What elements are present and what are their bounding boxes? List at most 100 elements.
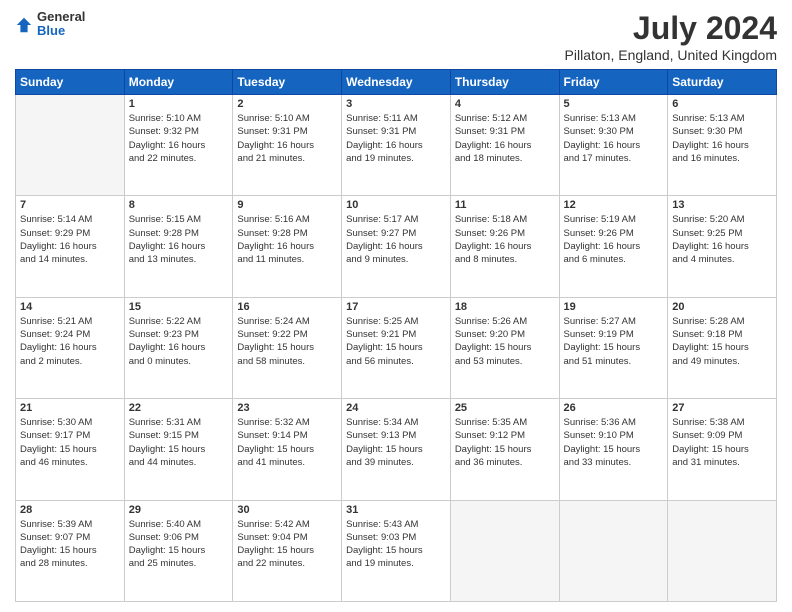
day-number: 19 [564,301,664,313]
month-title: July 2024 [565,10,777,47]
cell-text-line: Sunset: 9:12 PM [455,429,555,442]
calendar-week-1: 7Sunrise: 5:14 AMSunset: 9:29 PMDaylight… [16,196,777,297]
subtitle: Pillaton, England, United Kingdom [565,47,777,63]
calendar-cell-w1d3: 10Sunrise: 5:17 AMSunset: 9:27 PMDayligh… [342,196,451,297]
cell-text-line: and 22 minutes. [129,152,229,165]
day-number: 23 [237,402,337,414]
title-area: July 2024 Pillaton, England, United King… [565,10,777,63]
day-header-friday: Friday [559,70,668,95]
cell-text-line: Sunset: 9:09 PM [672,429,772,442]
day-number: 15 [129,301,229,313]
cell-text-line: and 44 minutes. [129,456,229,469]
cell-text-line: and 18 minutes. [455,152,555,165]
cell-text-line: and 49 minutes. [672,355,772,368]
cell-text-line: Sunset: 9:30 PM [564,125,664,138]
cell-text-line: Sunset: 9:15 PM [129,429,229,442]
cell-text-line: and 9 minutes. [346,253,446,266]
cell-text-line: Daylight: 16 hours [129,341,229,354]
cell-text-line: Daylight: 16 hours [455,139,555,152]
cell-text-line: Sunrise: 5:21 AM [20,315,120,328]
cell-text-line: Sunrise: 5:14 AM [20,213,120,226]
cell-text-line: Daylight: 16 hours [20,341,120,354]
calendar-cell-w0d4: 4Sunrise: 5:12 AMSunset: 9:31 PMDaylight… [450,95,559,196]
calendar-cell-w2d2: 16Sunrise: 5:24 AMSunset: 9:22 PMDayligh… [233,297,342,398]
cell-text-line: Sunset: 9:18 PM [672,328,772,341]
cell-text-line: Sunrise: 5:22 AM [129,315,229,328]
calendar-week-3: 21Sunrise: 5:30 AMSunset: 9:17 PMDayligh… [16,399,777,500]
cell-text-line: and 14 minutes. [20,253,120,266]
cell-text-line: and 41 minutes. [237,456,337,469]
day-number: 21 [20,402,120,414]
cell-text-line: Sunset: 9:20 PM [455,328,555,341]
calendar-cell-w1d2: 9Sunrise: 5:16 AMSunset: 9:28 PMDaylight… [233,196,342,297]
page: General Blue July 2024 Pillaton, England… [0,0,792,612]
cell-text-line: Sunrise: 5:40 AM [129,518,229,531]
cell-text-line: Sunrise: 5:43 AM [346,518,446,531]
cell-text-line: and 25 minutes. [129,557,229,570]
logo-icon [15,16,33,34]
cell-text-line: Daylight: 16 hours [20,240,120,253]
cell-text-line: Sunset: 9:23 PM [129,328,229,341]
day-header-tuesday: Tuesday [233,70,342,95]
cell-text-line: Sunrise: 5:42 AM [237,518,337,531]
logo: General Blue [15,10,85,39]
cell-text-line: Daylight: 16 hours [346,139,446,152]
day-number: 30 [237,504,337,516]
cell-text-line: and 51 minutes. [564,355,664,368]
day-number: 6 [672,98,772,110]
calendar-cell-w0d2: 2Sunrise: 5:10 AMSunset: 9:31 PMDaylight… [233,95,342,196]
calendar-cell-w1d6: 13Sunrise: 5:20 AMSunset: 9:25 PMDayligh… [668,196,777,297]
cell-text-line: and 2 minutes. [20,355,120,368]
logo-text: General Blue [37,10,85,39]
cell-text-line: Daylight: 16 hours [129,139,229,152]
day-number: 12 [564,199,664,211]
calendar-cell-w3d2: 23Sunrise: 5:32 AMSunset: 9:14 PMDayligh… [233,399,342,500]
cell-text-line: and 19 minutes. [346,152,446,165]
day-number: 1 [129,98,229,110]
cell-text-line: and 53 minutes. [455,355,555,368]
calendar-cell-w4d6 [668,500,777,601]
calendar-cell-w1d4: 11Sunrise: 5:18 AMSunset: 9:26 PMDayligh… [450,196,559,297]
cell-text-line: Sunrise: 5:19 AM [564,213,664,226]
cell-text-line: Sunrise: 5:20 AM [672,213,772,226]
cell-text-line: and 28 minutes. [20,557,120,570]
header: General Blue July 2024 Pillaton, England… [15,10,777,63]
calendar-cell-w2d6: 20Sunrise: 5:28 AMSunset: 9:18 PMDayligh… [668,297,777,398]
cell-text-line: Sunset: 9:06 PM [129,531,229,544]
cell-text-line: Sunrise: 5:18 AM [455,213,555,226]
cell-text-line: and 56 minutes. [346,355,446,368]
calendar-cell-w1d5: 12Sunrise: 5:19 AMSunset: 9:26 PMDayligh… [559,196,668,297]
cell-text-line: Daylight: 16 hours [564,240,664,253]
calendar-week-2: 14Sunrise: 5:21 AMSunset: 9:24 PMDayligh… [16,297,777,398]
calendar-week-4: 28Sunrise: 5:39 AMSunset: 9:07 PMDayligh… [16,500,777,601]
cell-text-line: Sunset: 9:07 PM [20,531,120,544]
cell-text-line: Sunrise: 5:24 AM [237,315,337,328]
cell-text-line: and 6 minutes. [564,253,664,266]
cell-text-line: Sunset: 9:26 PM [455,227,555,240]
cell-text-line: Daylight: 16 hours [672,240,772,253]
cell-text-line: Sunrise: 5:30 AM [20,416,120,429]
calendar-cell-w2d5: 19Sunrise: 5:27 AMSunset: 9:19 PMDayligh… [559,297,668,398]
cell-text-line: Sunset: 9:30 PM [672,125,772,138]
cell-text-line: and 36 minutes. [455,456,555,469]
cell-text-line: Daylight: 15 hours [346,544,446,557]
cell-text-line: and 19 minutes. [346,557,446,570]
cell-text-line: Sunrise: 5:34 AM [346,416,446,429]
cell-text-line: Daylight: 15 hours [20,443,120,456]
cell-text-line: Sunset: 9:22 PM [237,328,337,341]
cell-text-line: Sunset: 9:31 PM [237,125,337,138]
day-number: 16 [237,301,337,313]
cell-text-line: Sunset: 9:31 PM [346,125,446,138]
cell-text-line: Sunset: 9:17 PM [20,429,120,442]
day-number: 10 [346,199,446,211]
cell-text-line: Daylight: 16 hours [672,139,772,152]
calendar-cell-w2d4: 18Sunrise: 5:26 AMSunset: 9:20 PMDayligh… [450,297,559,398]
calendar-cell-w1d0: 7Sunrise: 5:14 AMSunset: 9:29 PMDaylight… [16,196,125,297]
day-number: 27 [672,402,772,414]
calendar-cell-w3d4: 25Sunrise: 5:35 AMSunset: 9:12 PMDayligh… [450,399,559,500]
day-number: 17 [346,301,446,313]
cell-text-line: Daylight: 15 hours [564,443,664,456]
cell-text-line: Sunrise: 5:13 AM [672,112,772,125]
calendar-week-0: 1Sunrise: 5:10 AMSunset: 9:32 PMDaylight… [16,95,777,196]
cell-text-line: and 33 minutes. [564,456,664,469]
